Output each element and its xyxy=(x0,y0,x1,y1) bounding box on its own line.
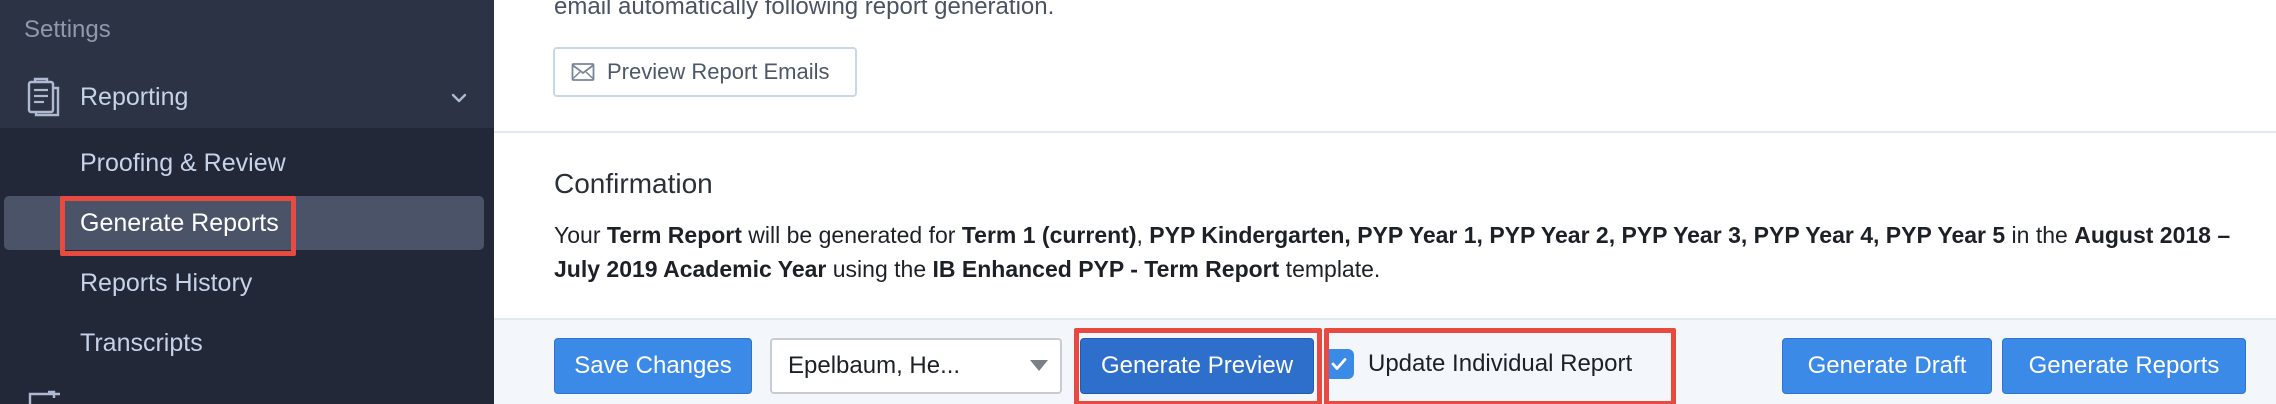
student-select-value: Epelbaum, He... xyxy=(788,352,961,379)
report-document-icon xyxy=(27,77,60,117)
action-footer: Save Changes Epelbaum, He... Generate Pr… xyxy=(494,318,2276,404)
sidebar-item-label: Proofing & Review xyxy=(80,149,286,177)
section-divider xyxy=(494,131,2276,133)
grade-levels: PYP Kindergarten, PYP Year 1, PYP Year 2… xyxy=(1149,222,2006,248)
sidebar-item-reports-history[interactable]: Reports History xyxy=(4,256,484,310)
term-name: Term 1 (current) xyxy=(961,222,1137,248)
confirmation-text: Your Term Report will be generated for T… xyxy=(554,222,2231,282)
preview-report-emails-label: Preview Report Emails xyxy=(607,59,830,84)
sidebar-item-generate-reports[interactable]: Generate Reports xyxy=(4,196,484,250)
sidebar-item-label: Generate Reports xyxy=(80,209,279,237)
update-individual-report-toggle[interactable]: Update Individual Report xyxy=(1324,334,1632,394)
generate-preview-button[interactable]: Generate Preview xyxy=(1080,338,1314,394)
chevron-down-icon[interactable] xyxy=(448,87,470,109)
generate-reports-button[interactable]: Generate Reports xyxy=(2002,338,2246,394)
report-type: Term Report xyxy=(606,222,742,248)
sidebar-item-label: Reports History xyxy=(80,269,253,297)
export-icon[interactable] xyxy=(20,390,66,404)
save-changes-button[interactable]: Save Changes xyxy=(554,338,752,394)
generate-draft-button[interactable]: Generate Draft xyxy=(1782,338,1992,394)
sidebar-item-transcripts[interactable]: Transcripts xyxy=(4,316,484,370)
app-root: Settings Reporting Proofing & Review Gen… xyxy=(0,0,2276,404)
sidebar-item-reporting-label: Reporting xyxy=(80,83,189,111)
sidebar-item-reporting[interactable]: Reporting xyxy=(0,70,494,124)
sidebar-submenu: Proofing & Review Generate Reports Repor… xyxy=(0,128,494,404)
confirmation-title: Confirmation xyxy=(554,168,713,199)
sidebar-item-proofing-review[interactable]: Proofing & Review xyxy=(4,136,484,190)
checkmark-icon xyxy=(1331,358,1347,370)
sidebar-item-settings[interactable]: Settings xyxy=(24,12,111,48)
email-info-text: email automatically following report gen… xyxy=(554,0,1055,20)
template-name: IB Enhanced PYP - Term Report xyxy=(932,256,1280,282)
sidebar: Settings Reporting Proofing & Review Gen… xyxy=(0,0,494,404)
envelope-icon xyxy=(571,63,595,81)
caret-down-icon xyxy=(1030,360,1048,371)
student-select[interactable]: Epelbaum, He... xyxy=(770,338,1062,394)
main-content: email automatically following report gen… xyxy=(494,0,2276,404)
update-individual-report-label: Update Individual Report xyxy=(1368,350,1633,377)
update-individual-report-checkbox[interactable] xyxy=(1324,349,1354,379)
sidebar-item-label: Transcripts xyxy=(80,329,203,357)
preview-report-emails-button[interactable]: Preview Report Emails xyxy=(553,47,857,97)
